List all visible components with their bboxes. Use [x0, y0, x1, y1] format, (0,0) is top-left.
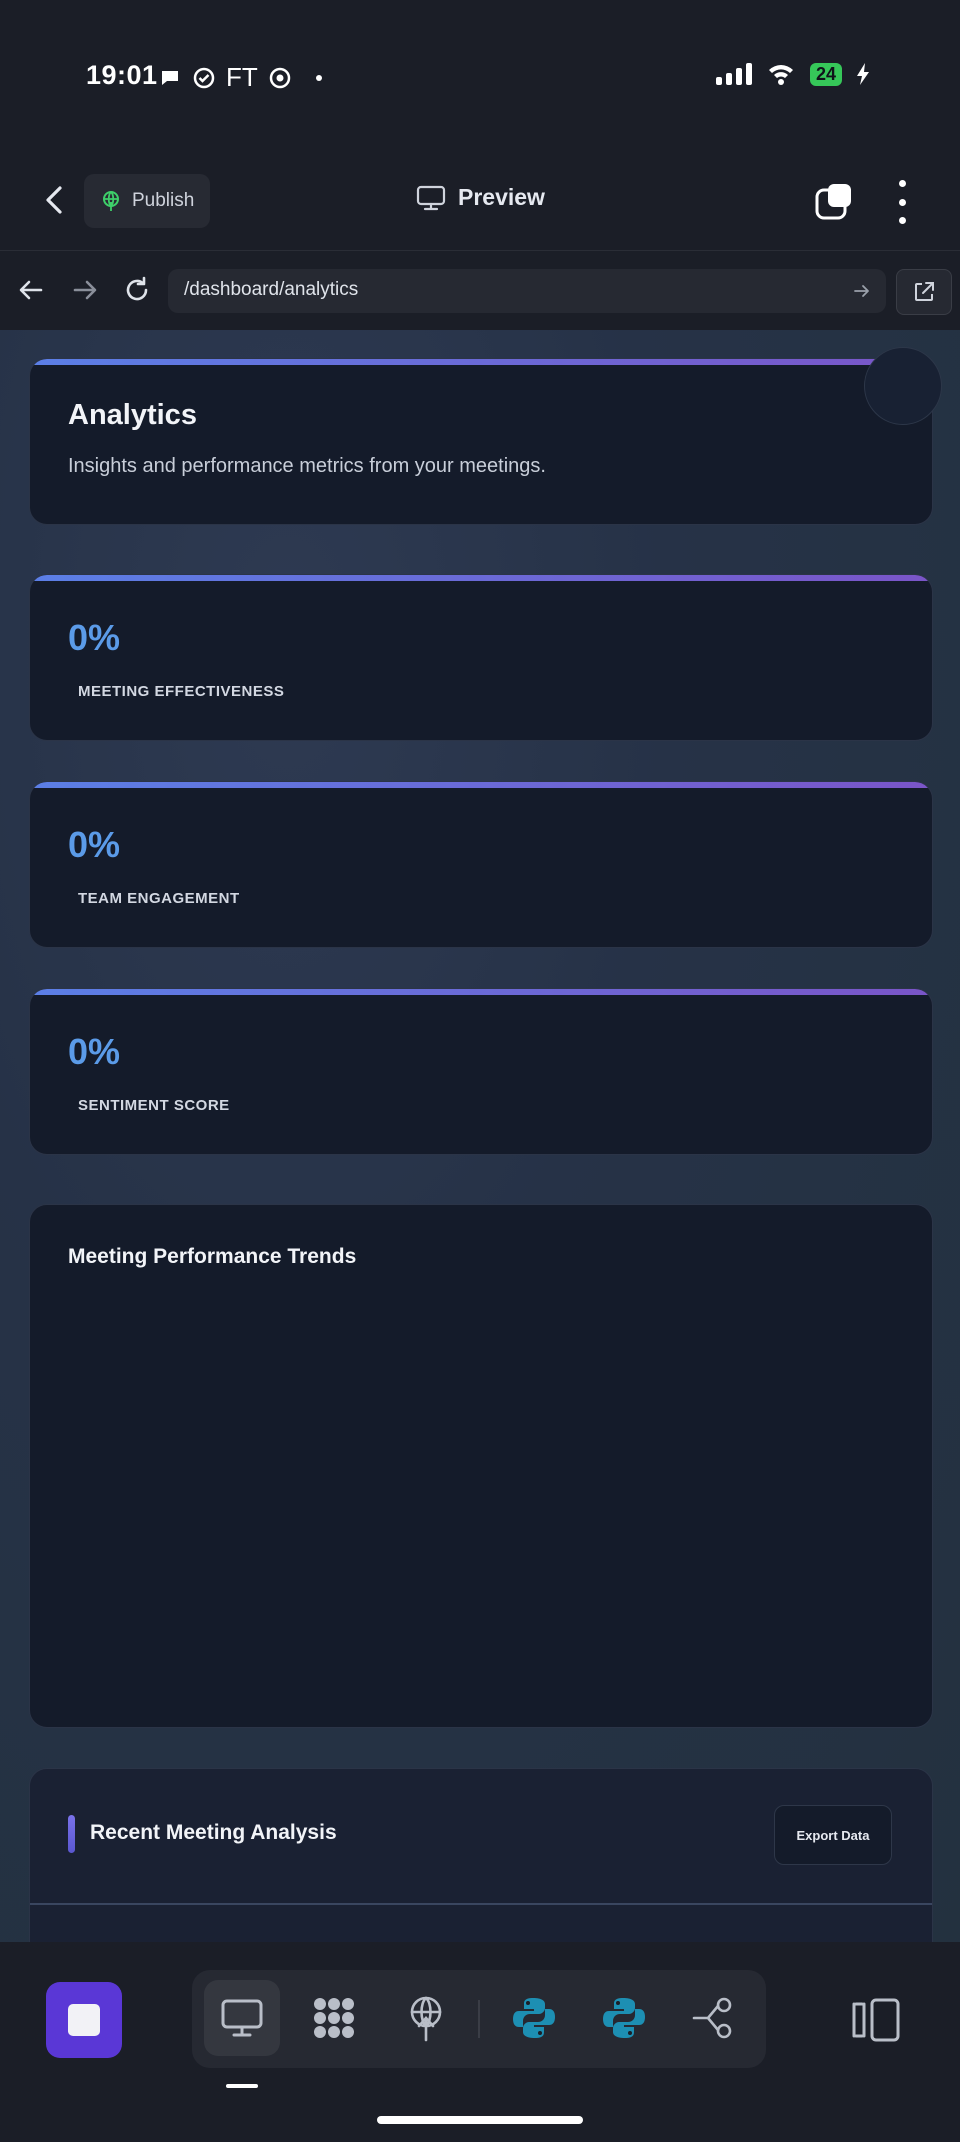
tabs-icon[interactable] [814, 182, 854, 222]
metric-value: 0% [68, 1031, 121, 1072]
page-title: Analytics [68, 399, 197, 431]
monitor-icon [416, 185, 446, 210]
dock-python-1[interactable] [496, 1980, 572, 2056]
floating-avatar-button[interactable] [864, 347, 942, 425]
analytics-header-card: Analytics Insights and performance metri… [29, 358, 933, 525]
charging-icon [857, 63, 869, 85]
dock-preview[interactable] [204, 1980, 280, 2056]
url-input[interactable]: /dashboard/analytics [168, 269, 886, 313]
url-text: /dashboard/analytics [184, 279, 359, 300]
metric-value: 0% [68, 617, 121, 658]
publish-label: Publish [132, 190, 195, 211]
metric-label: MEETING EFFECTIVENESS [78, 683, 285, 700]
external-link-icon [915, 282, 934, 301]
go-arrow-icon[interactable] [852, 281, 872, 301]
publish-button[interactable]: Publish [84, 174, 211, 228]
status-left-icons: FT [158, 62, 322, 93]
reload-icon[interactable] [122, 275, 152, 305]
card-accent [30, 575, 932, 581]
stop-button[interactable] [46, 1982, 122, 2058]
antenna-icon [103, 191, 119, 211]
dock-separator [478, 2000, 480, 2038]
card-accent [30, 989, 932, 995]
status-right-icons: 24 [715, 62, 870, 86]
cluster-icon [314, 1998, 354, 2038]
wifi-icon [768, 65, 793, 85]
status-bar: 19:01 FT 24 [0, 0, 960, 150]
branch-icon [692, 1997, 732, 2039]
home-indicator [377, 2116, 583, 2124]
chart-area [68, 1295, 894, 1695]
url-bar: /dashboard/analytics [0, 250, 960, 331]
page-subtitle: Insights and performance metrics from yo… [68, 455, 546, 477]
app-bar: Publish Preview [0, 150, 960, 250]
soccer-ball-icon [269, 67, 291, 88]
carrier-text: FT [226, 62, 258, 92]
active-tab-indicator [226, 2084, 258, 2088]
python-icon [513, 1998, 555, 2038]
signal-icon [715, 63, 752, 85]
chart-title: Meeting Performance Trends [68, 1245, 357, 1268]
section-accent-bar [68, 1815, 75, 1853]
dock-python-2[interactable] [586, 1980, 662, 2056]
dock-branch[interactable] [676, 1980, 752, 2056]
monitor-icon [221, 1999, 263, 2037]
open-external-button[interactable] [896, 269, 952, 315]
metric-card-effectiveness: 0% MEETING EFFECTIVENESS [29, 574, 933, 741]
web-content: Analytics Insights and performance metri… [0, 330, 960, 1942]
metric-card-sentiment: 0% SENTIMENT SCORE [29, 988, 933, 1155]
dock-publish[interactable] [388, 1980, 464, 2056]
recent-analysis-card: Recent Meeting Analysis Export Data [29, 1768, 933, 1942]
card-accent [30, 782, 932, 788]
metric-value: 0% [68, 824, 121, 865]
bottom-dock [0, 1942, 960, 2142]
performance-trends-card: Meeting Performance Trends [29, 1204, 933, 1728]
stop-icon [68, 2004, 100, 2036]
section-title: Recent Meeting Analysis [90, 1821, 337, 1844]
browser-forward-icon[interactable] [70, 275, 100, 305]
chat-bubble-icon [162, 70, 178, 85]
export-data-button[interactable]: Export Data [774, 1805, 892, 1865]
browser-back-icon[interactable] [16, 275, 46, 305]
battery-level: 24 [815, 63, 836, 84]
preview-title[interactable]: Preview [416, 184, 545, 211]
status-time: 19:01 [86, 60, 158, 90]
battery-icon: 24 [809, 62, 842, 86]
metric-card-engagement: 0% TEAM ENGAGEMENT [29, 781, 933, 948]
back-icon[interactable] [38, 182, 74, 218]
side-panel-icon[interactable] [850, 1994, 902, 2046]
metric-label: TEAM ENGAGEMENT [78, 890, 240, 907]
divider [30, 1903, 932, 1905]
card-accent [30, 359, 932, 365]
metric-label: SENTIMENT SCORE [78, 1097, 230, 1114]
more-options-icon[interactable] [894, 180, 910, 224]
dock-cluster[interactable] [296, 1980, 372, 2056]
dock-tool-group [192, 1970, 766, 2068]
dot-icon [315, 74, 322, 81]
antenna-icon [410, 1996, 442, 2042]
check-circle-icon [193, 67, 215, 88]
preview-label: Preview [458, 184, 545, 210]
python-icon [603, 1998, 645, 2038]
